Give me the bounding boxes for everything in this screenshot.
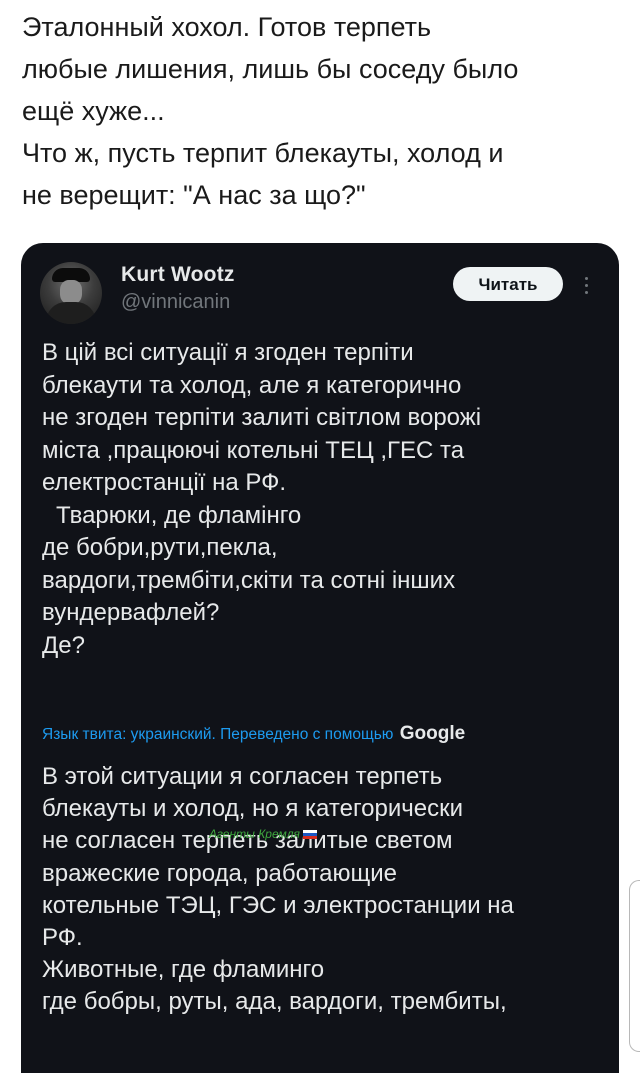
post-text-line: Эталонный хохол. Готов терпеть bbox=[22, 12, 432, 42]
translation-note[interactable]: Язык твита: украинский. Переведено с пом… bbox=[42, 723, 607, 745]
tweet-text-line: не згоден терпіти залиті світлом ворожі bbox=[42, 404, 482, 431]
author-handle[interactable]: @vinnicanin bbox=[121, 291, 230, 314]
tweet-screenshot[interactable]: Kurt Wootz @vinnicanin Читать В цій всі … bbox=[21, 243, 619, 1073]
tweet-text-line: електростанції на РФ. bbox=[42, 469, 287, 496]
post-text-line: ещё хуже... bbox=[22, 96, 165, 126]
tweet-text-line: вундервафлей? bbox=[42, 599, 220, 626]
translated-text-line: РФ. bbox=[42, 924, 83, 952]
tweet-text-line: Тварюки, де фламінго bbox=[56, 501, 302, 529]
russian-flag-icon bbox=[302, 830, 317, 839]
avatar-body bbox=[46, 302, 96, 324]
post-text: Эталонный хохол. Готов терпеть любые лиш… bbox=[22, 6, 622, 216]
translated-text-line: котельные ТЭЦ, ГЭС и электростанции на bbox=[42, 891, 514, 919]
watermark-text: Агенты Кремля bbox=[209, 827, 300, 841]
tweet-text-line: Де? bbox=[42, 631, 85, 659]
tweet-text-line: де бобри,рути,пекла, bbox=[42, 534, 278, 561]
translated-text-line: не согласен терпеть залитые светом bbox=[42, 827, 453, 855]
translated-text-line: В этой ситуации я согласен терпеть bbox=[42, 763, 443, 790]
tweet-original-text: В цій всі ситуації я згоден терпіти блек… bbox=[42, 337, 602, 662]
translated-text-line: где бобры, руты, ада, вардоги, трембиты, bbox=[42, 988, 507, 1016]
follow-button[interactable]: Читать bbox=[453, 267, 563, 301]
translation-note-text: Язык твита: украинский. Переведено с пом… bbox=[42, 726, 394, 743]
edge-scroll-handle[interactable] bbox=[629, 880, 640, 1052]
post-text-line: не верещит: "А нас за що?" bbox=[22, 180, 366, 210]
tweet-text-line: міста ,працюючі котельні ТЕЦ ,ГЕС та bbox=[42, 436, 465, 464]
avatar-face bbox=[60, 280, 82, 304]
tweet-text-line: блекаути та холод, але я категорично bbox=[42, 371, 462, 399]
tweet-text-line: В цій всі ситуації я згоден терпіти bbox=[42, 339, 414, 366]
post-text-line: любые лишения, лишь бы соседу было bbox=[22, 54, 519, 84]
author-avatar[interactable] bbox=[40, 262, 102, 324]
tweet-text-line: вардоги,трембіти,скіти та сотні інших bbox=[42, 566, 456, 594]
post-text-line: Что ж, пусть терпит блекауты, холод и bbox=[22, 138, 504, 168]
translated-text-line: блекауты и холод, но я категорически bbox=[42, 795, 464, 823]
author-name[interactable]: Kurt Wootz bbox=[121, 263, 235, 287]
tweet-translated-text: В этой ситуации я согласен терпеть блека… bbox=[42, 761, 612, 1019]
watermark: Агенты Кремля bbox=[209, 827, 317, 841]
translated-text-line: вражеские города, работающие bbox=[42, 859, 398, 887]
more-vertical-icon[interactable] bbox=[584, 276, 590, 296]
google-brand: Google bbox=[399, 723, 466, 744]
translated-text-line: Животные, где фламинго bbox=[42, 956, 325, 984]
